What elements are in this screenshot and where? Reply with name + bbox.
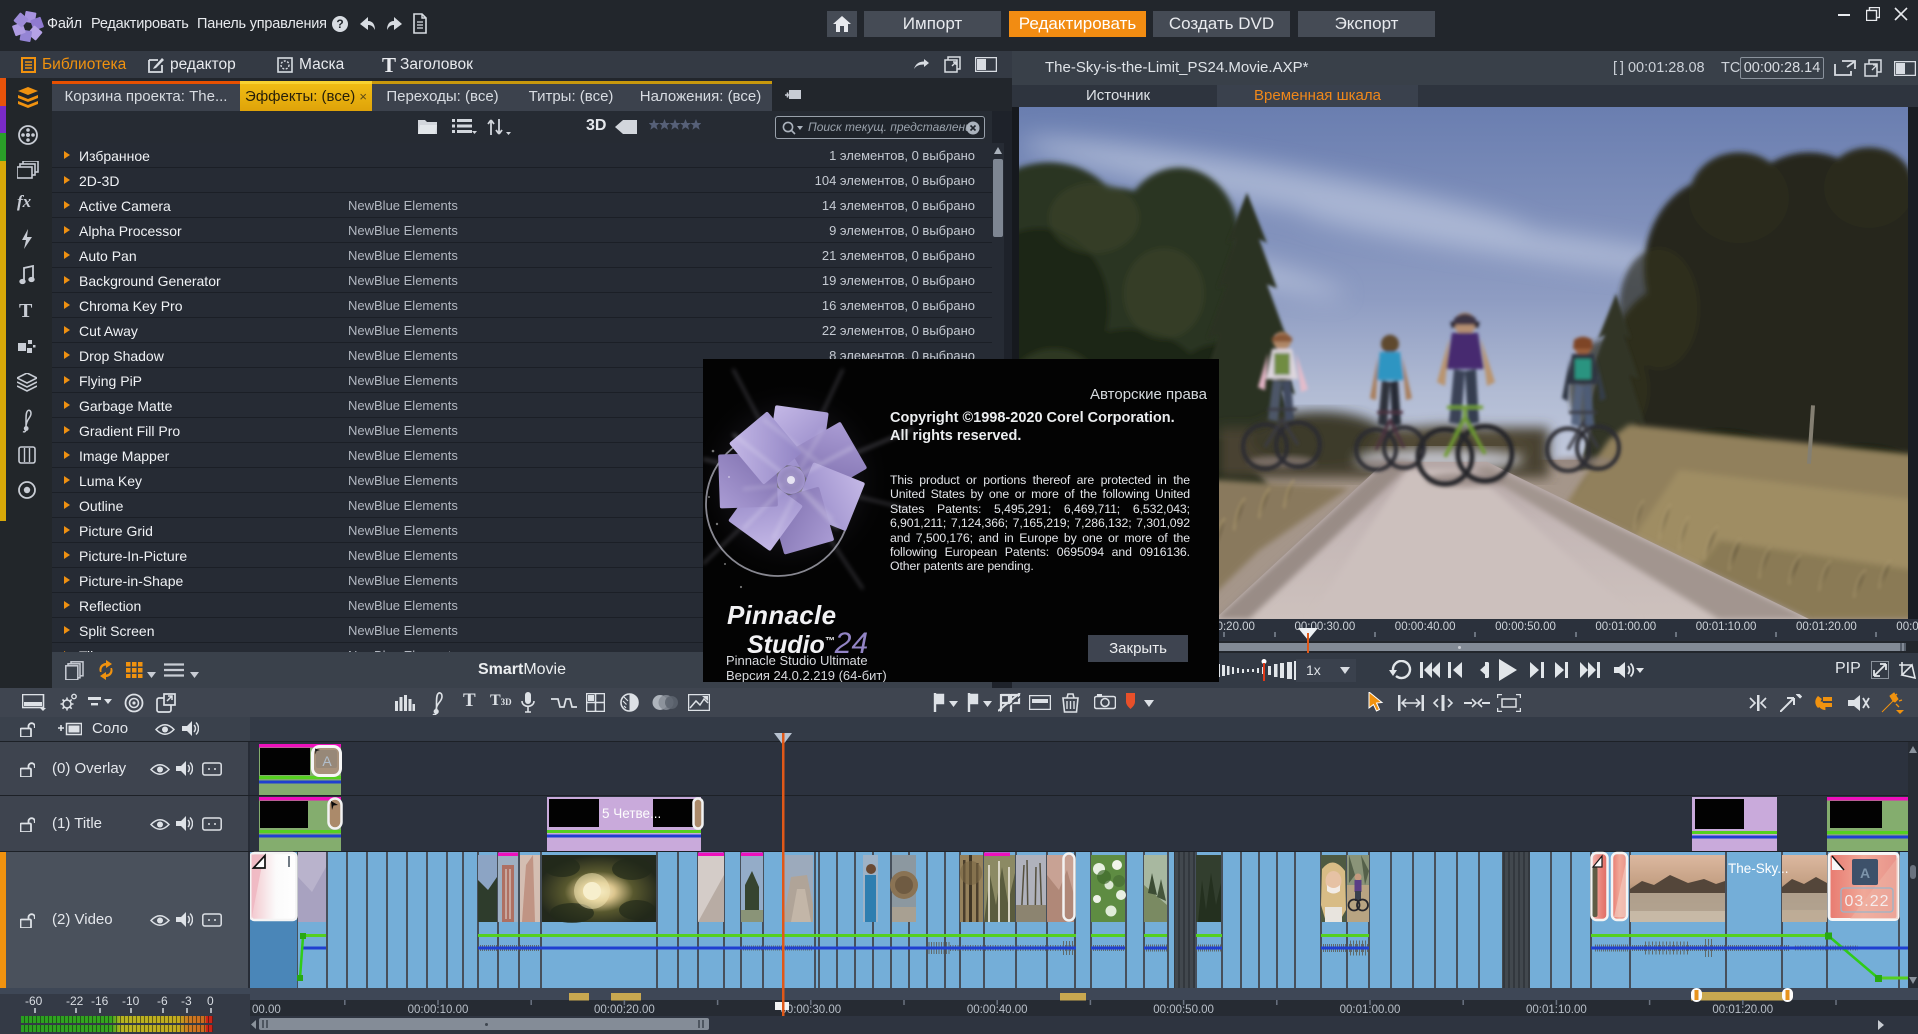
svg-text:A: A [322, 753, 332, 769]
svg-text:The-Sky...: The-Sky... [1728, 861, 1789, 876]
svg-text:00.00: 00.00 [252, 1004, 281, 1016]
svg-text:00:01:00.00: 00:01:00.00 [1340, 1004, 1401, 1016]
svg-text:00:00:10.00: 00:00:10.00 [408, 1004, 469, 1016]
svg-text:00:00:20.00: 00:00:20.00 [594, 1004, 655, 1016]
svg-text:?: ? [336, 17, 343, 31]
svg-text:00:01:20.00: 00:01:20.00 [1712, 1004, 1773, 1016]
svg-text:5 Четве...: 5 Четве... [602, 806, 661, 821]
svg-text:03.22: 03.22 [1844, 893, 1889, 910]
svg-text:00:00:40.00: 00:00:40.00 [967, 1004, 1028, 1016]
svg-text:00:01:10.00: 00:01:10.00 [1526, 1004, 1587, 1016]
svg-text:A: A [1860, 865, 1870, 881]
svg-text:00:00:50.00: 00:00:50.00 [1153, 1004, 1214, 1016]
svg-text:00:00:30.00: 00:00:30.00 [780, 1004, 841, 1016]
